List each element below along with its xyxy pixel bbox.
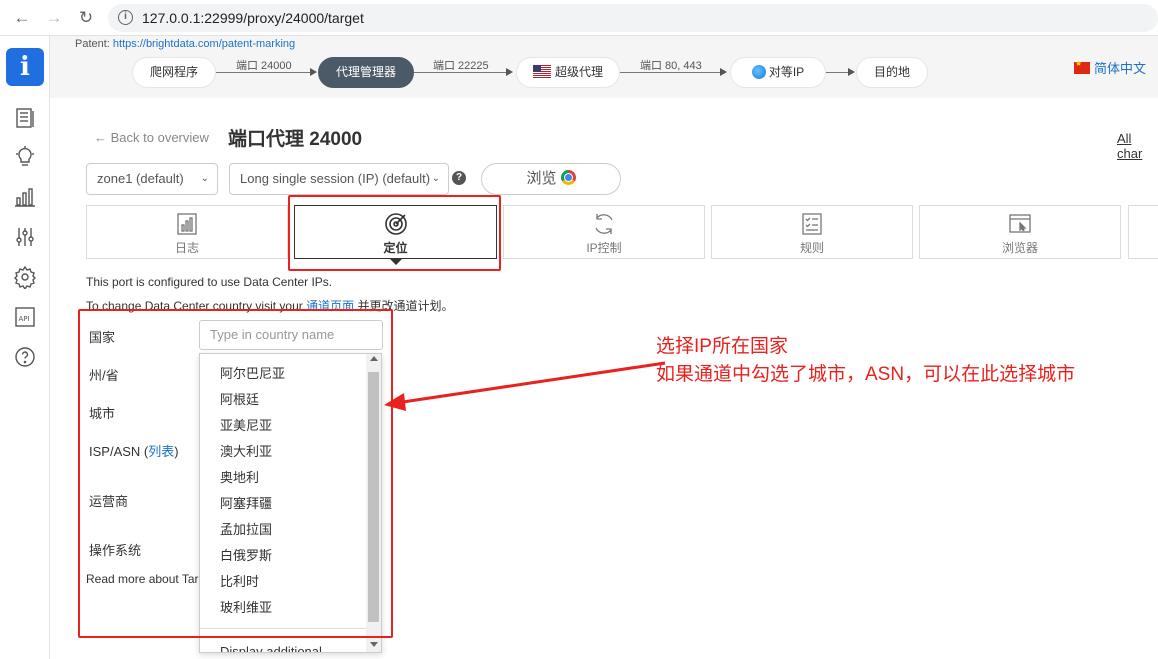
tab-rules[interactable]: 规则 [711, 205, 913, 259]
flow-arrow-icon [720, 68, 727, 76]
site-info-icon[interactable]: i [118, 10, 133, 25]
scroll-down-icon[interactable] [370, 642, 378, 647]
rules-icon [799, 211, 825, 237]
flow-step-crawler: 爬网程序 [132, 57, 216, 88]
flow-arrow-icon [310, 68, 317, 76]
highlight-target-form [78, 309, 393, 638]
annotation-line-2: 如果通道中勾选了城市，ASN，可以在此选择城市 [656, 364, 1076, 385]
flow-step-super-proxy: 超级代理 [516, 57, 620, 88]
address-bar[interactable]: i 127.0.0.1:22999/proxy/24000/target [108, 4, 1158, 32]
tab-browser[interactable]: 浏览器 [919, 205, 1121, 259]
flow-step-peer-ip: 对等IP [730, 57, 826, 88]
dc-info-line: This port is configured to use Data Cent… [86, 275, 333, 289]
tab-ip-control-label: IP控制 [586, 241, 622, 255]
stats-icon[interactable] [13, 185, 37, 209]
back-label: Back to overview [110, 130, 209, 145]
language-label: 简体中文 [1094, 61, 1147, 76]
peer-ip-label: 对等IP [768, 65, 805, 79]
settings-gear-icon[interactable] [13, 265, 37, 291]
svg-text:API: API [19, 315, 30, 323]
flow-port-22225: 端口 22225 [433, 60, 489, 72]
flow-arrow-line [620, 72, 720, 73]
chart-icon [174, 211, 200, 237]
sliders-icon[interactable] [13, 225, 37, 249]
refresh-icon [591, 211, 617, 237]
flow-step-destination: 目的地 [856, 57, 928, 88]
back-arrow-icon[interactable]: ← [12, 8, 32, 28]
chrome-icon [560, 170, 576, 185]
all-changes-link[interactable]: All char [1117, 131, 1158, 161]
help-question-icon[interactable]: ? [452, 171, 466, 185]
browser-icon [1007, 211, 1033, 237]
session-select[interactable]: Long single session (IP) (default) ⌄ [229, 163, 449, 195]
china-flag-icon [1074, 59, 1090, 74]
patent-notice: Patent: https://brightdata.com/patent-ma… [75, 38, 295, 50]
flow-arrow-icon [848, 68, 855, 76]
super-proxy-label: 超级代理 [554, 65, 603, 79]
flow-port-24000: 端口 24000 [236, 60, 292, 72]
tab-overflow[interactable] [1128, 205, 1158, 259]
globe-icon [751, 65, 766, 79]
tab-rules-label: 规则 [799, 241, 824, 255]
help-icon[interactable] [13, 345, 37, 369]
tab-logs-label: 日志 [174, 241, 199, 255]
display-additional-option[interactable]: Display additional [220, 644, 322, 652]
overview-icon[interactable] [13, 106, 37, 130]
url-text: 127.0.0.1:22999/proxy/24000/target [142, 10, 364, 26]
language-switch[interactable]: 简体中文 [1074, 58, 1146, 77]
zone-select[interactable]: zone1 (default) ⌄ [86, 163, 218, 195]
app-logo-icon[interactable]: i [6, 48, 44, 86]
chevron-down-icon: ⌄ [200, 173, 209, 184]
page-title: 端口代理 24000 [228, 129, 363, 150]
chevron-down-icon: ⌄ [431, 173, 440, 184]
flow-arrow-line [216, 72, 310, 73]
tab-browser-label: 浏览器 [1001, 241, 1038, 255]
highlight-targeting-tab [288, 195, 501, 271]
annotation-line-1: 选择IP所在国家 [656, 336, 788, 357]
forward-arrow-icon[interactable]: → [44, 8, 64, 28]
patent-link[interactable]: https://brightdata.com/patent-marking [113, 38, 295, 50]
browse-button[interactable]: 浏览 [481, 163, 621, 195]
tab-ip-control[interactable]: IP控制 [503, 205, 705, 259]
browse-label: 浏览 [526, 170, 557, 187]
session-value: Long single session (IP) (default) [240, 171, 431, 186]
flow-step-proxy-manager: 代理管理器 [318, 57, 414, 88]
reload-icon[interactable]: ↻ [76, 8, 96, 28]
proxy-flow-header: Patent: https://brightdata.com/patent-ma… [50, 36, 1158, 98]
zone-value: zone1 (default) [97, 171, 184, 186]
api-icon[interactable]: API [13, 305, 37, 329]
annotation-arrow-icon [384, 361, 666, 411]
back-to-overview-link[interactable]: ← Back to overview [94, 130, 209, 145]
us-flag-icon [532, 65, 551, 78]
flow-port-80-443: 端口 80, 443 [640, 60, 702, 72]
lightbulb-icon[interactable] [13, 145, 37, 169]
patent-label: Patent: [75, 38, 110, 50]
back-arrow-icon: ← [94, 130, 111, 145]
flow-arrow-line [414, 72, 506, 73]
flow-arrow-icon [506, 68, 513, 76]
browser-toolbar: ← → ↻ i 127.0.0.1:22999/proxy/24000/targ… [0, 0, 1158, 36]
flow-arrow-line [826, 72, 848, 73]
tab-logs[interactable]: 日志 [86, 205, 288, 259]
left-sidebar: i API [0, 36, 50, 659]
